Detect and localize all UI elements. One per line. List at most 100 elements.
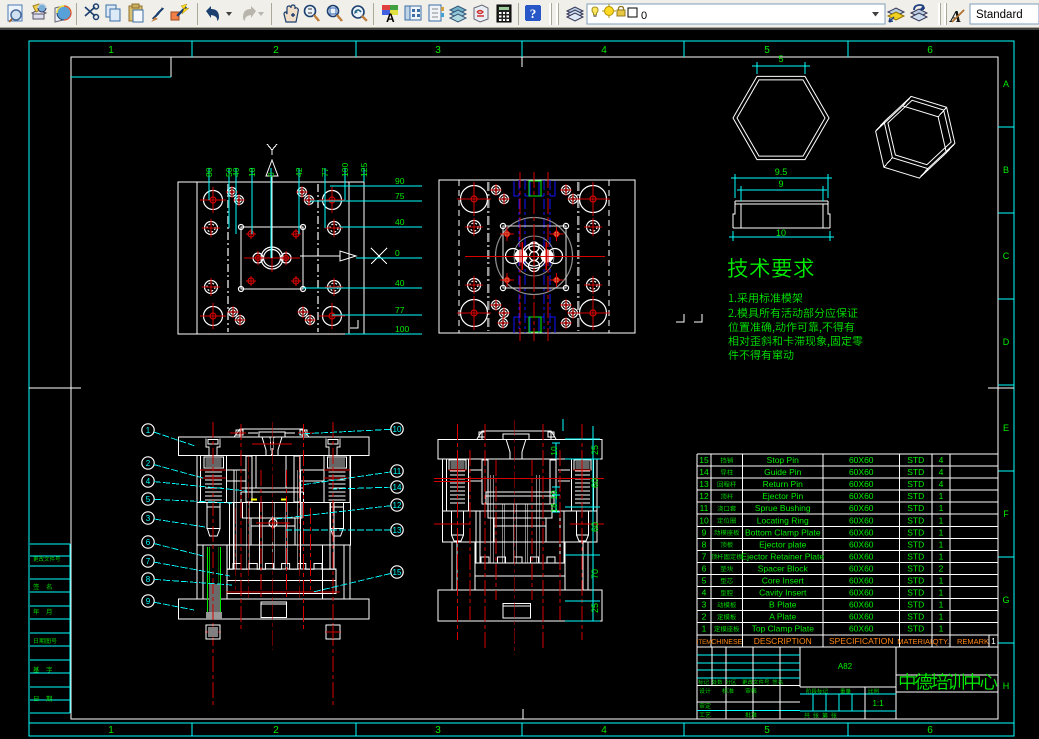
svg-text:1: 1 <box>939 539 944 549</box>
svg-text:STD: STD <box>907 600 924 610</box>
svg-text:60X60: 60X60 <box>849 551 874 561</box>
svg-text:6: 6 <box>702 563 707 573</box>
svg-text:D: D <box>1003 337 1010 347</box>
svg-text:25: 25 <box>590 603 600 613</box>
svg-text:40: 40 <box>395 217 405 227</box>
svg-text:A: A <box>949 7 961 26</box>
svg-text:1: 1 <box>108 725 114 736</box>
svg-text:10: 10 <box>393 425 402 434</box>
svg-text:60X60: 60X60 <box>849 455 874 465</box>
svg-text:1: 1 <box>939 527 944 537</box>
svg-text:1: 1 <box>939 600 944 610</box>
svg-text:8: 8 <box>702 539 707 549</box>
svg-text:STD: STD <box>907 515 924 525</box>
svg-text:STD: STD <box>907 479 924 489</box>
svg-text:6: 6 <box>146 538 151 547</box>
svg-text:90: 90 <box>395 176 405 186</box>
svg-text:Stop Pin: Stop Pin <box>767 455 799 465</box>
svg-text:14: 14 <box>699 467 709 477</box>
svg-text:Ejector Retainer Plate: Ejector Retainer Plate <box>741 551 824 561</box>
svg-text:100: 100 <box>340 163 350 177</box>
svg-text:0: 0 <box>641 10 647 22</box>
svg-text:STD: STD <box>907 624 924 634</box>
svg-text:3: 3 <box>435 45 441 56</box>
svg-text:9: 9 <box>702 527 707 537</box>
svg-text:1: 1 <box>939 612 944 622</box>
svg-text:5: 5 <box>764 725 770 736</box>
svg-text:1: 1 <box>991 637 996 646</box>
svg-text:Core Insert: Core Insert <box>762 576 805 586</box>
svg-text:Sprue Bushing: Sprue Bushing <box>755 503 811 513</box>
svg-text:80: 80 <box>204 167 214 177</box>
svg-text:60X60: 60X60 <box>849 527 874 537</box>
svg-text:5: 5 <box>702 576 707 586</box>
svg-text:1: 1 <box>108 45 114 56</box>
svg-text:Cavity Insert: Cavity Insert <box>759 588 807 598</box>
svg-text:125: 125 <box>359 163 369 177</box>
svg-text:A82: A82 <box>838 662 853 671</box>
svg-text:STD: STD <box>907 527 924 537</box>
svg-text:18: 18 <box>549 503 559 513</box>
svg-text:A: A <box>386 11 395 25</box>
svg-text:QTY.: QTY. <box>933 637 950 646</box>
svg-text:60X60: 60X60 <box>849 503 874 513</box>
svg-text:4: 4 <box>939 455 944 465</box>
svg-text:1: 1 <box>939 551 944 561</box>
svg-text:Locating Ring: Locating Ring <box>757 515 809 525</box>
svg-text:Guide Pin: Guide Pin <box>764 467 802 477</box>
svg-text:ITEM: ITEM <box>697 639 712 646</box>
svg-text:1:1: 1:1 <box>872 699 884 708</box>
svg-text:0: 0 <box>266 172 276 177</box>
svg-text:60X60: 60X60 <box>849 563 874 573</box>
svg-text:13: 13 <box>393 526 402 535</box>
svg-text:40: 40 <box>231 167 241 177</box>
svg-text:60X60: 60X60 <box>849 491 874 501</box>
svg-text:7: 7 <box>702 551 707 561</box>
svg-text:4: 4 <box>601 725 607 736</box>
svg-text:60X60: 60X60 <box>849 515 874 525</box>
svg-text:3: 3 <box>435 725 441 736</box>
svg-text:4: 4 <box>146 477 151 486</box>
svg-text:60X60: 60X60 <box>849 624 874 634</box>
svg-text:1: 1 <box>702 624 707 634</box>
svg-text:6: 6 <box>927 725 933 736</box>
svg-text:77: 77 <box>320 167 330 177</box>
svg-text:2: 2 <box>273 45 279 56</box>
svg-text:Standard: Standard <box>976 9 1023 21</box>
svg-text:18: 18 <box>247 167 257 177</box>
svg-text:STD: STD <box>907 539 924 549</box>
svg-text:?: ? <box>530 6 537 21</box>
svg-text:A: A <box>1003 79 1009 89</box>
svg-text:4: 4 <box>702 588 707 598</box>
svg-text:40: 40 <box>395 278 405 288</box>
svg-text:60X60: 60X60 <box>849 612 874 622</box>
svg-text:60: 60 <box>590 522 600 532</box>
svg-text:60X60: 60X60 <box>849 467 874 477</box>
svg-text:STD: STD <box>907 467 924 477</box>
svg-text:MATERIAL: MATERIAL <box>897 637 934 646</box>
svg-text:Return Pin: Return Pin <box>763 479 803 489</box>
svg-text:60X60: 60X60 <box>849 588 874 598</box>
svg-text:Top Clamp Plate: Top Clamp Plate <box>752 624 815 634</box>
svg-text:2: 2 <box>702 612 707 622</box>
svg-text:15: 15 <box>699 455 709 465</box>
svg-text:6: 6 <box>927 45 933 56</box>
svg-text:11: 11 <box>700 503 709 513</box>
svg-text:B Plate: B Plate <box>769 600 797 610</box>
svg-text:25: 25 <box>590 445 600 455</box>
svg-text:70: 70 <box>590 569 600 579</box>
svg-text:STD: STD <box>907 455 924 465</box>
svg-text:Bottom Clamp Plate: Bottom Clamp Plate <box>745 527 821 537</box>
svg-text:60X60: 60X60 <box>849 600 874 610</box>
svg-text:2: 2 <box>146 459 151 468</box>
svg-text:Ejector plate: Ejector plate <box>759 539 807 549</box>
svg-text:B: B <box>1003 165 1009 175</box>
svg-text:SPECIFICATION: SPECIFICATION <box>829 636 894 646</box>
svg-text:42: 42 <box>294 167 304 177</box>
svg-text:8: 8 <box>146 575 151 584</box>
svg-text:11: 11 <box>393 467 402 476</box>
svg-text:9.5: 9.5 <box>775 167 788 177</box>
svg-text:STD: STD <box>907 588 924 598</box>
svg-text:10: 10 <box>549 446 559 456</box>
svg-text:REMARK: REMARK <box>957 637 989 646</box>
